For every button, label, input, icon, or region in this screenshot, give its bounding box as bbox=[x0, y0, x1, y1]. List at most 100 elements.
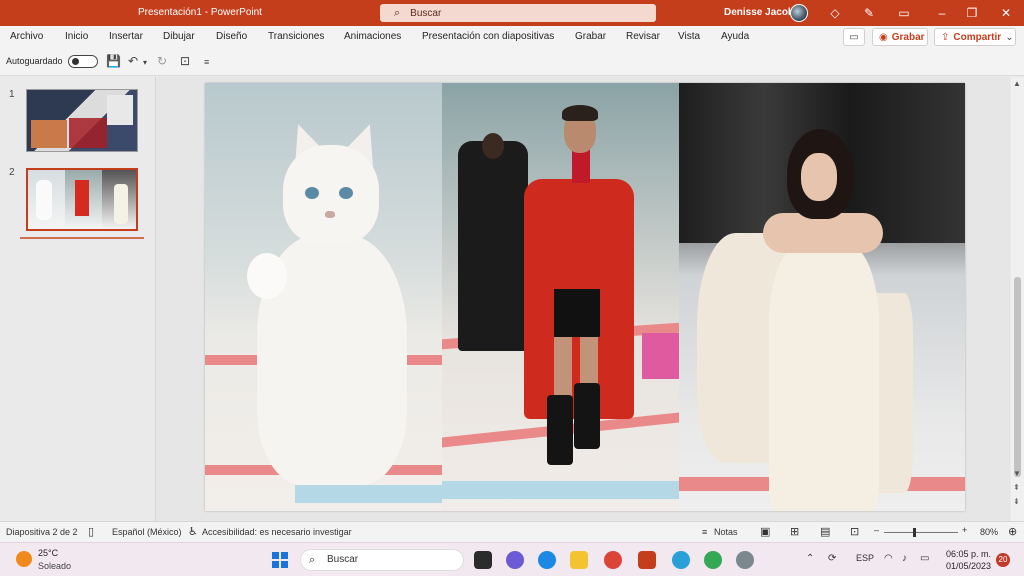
photo-white-dress[interactable] bbox=[679, 83, 965, 511]
boot bbox=[574, 383, 600, 449]
wifi-icon[interactable]: ◠ bbox=[884, 553, 893, 564]
present-icon[interactable]: ⊡ bbox=[180, 54, 190, 68]
accessibility-status[interactable]: Accesibilidad: es necesario investigar bbox=[202, 527, 352, 537]
chevron-up-icon[interactable]: ⌃ bbox=[806, 553, 814, 564]
record-label: Grabar bbox=[891, 31, 925, 43]
notes-icon[interactable]: ≡ bbox=[702, 527, 707, 537]
tab-diseno[interactable]: Diseño bbox=[216, 31, 247, 42]
tab-vista[interactable]: Vista bbox=[678, 31, 700, 42]
record-icon: ◉ bbox=[879, 31, 888, 43]
leg bbox=[554, 337, 572, 397]
autosave-toggle[interactable] bbox=[68, 55, 98, 68]
vertical-scrollbar[interactable]: ▲ ▼ ⇞ ⇟ bbox=[1011, 77, 1024, 521]
undo-icon[interactable]: ↶ bbox=[128, 54, 138, 68]
weather-temperature[interactable]: 25°C bbox=[38, 548, 58, 558]
zoom-slider-knob[interactable] bbox=[913, 528, 916, 537]
clock[interactable]: 06:05 p. m. 01/05/2023 bbox=[946, 548, 991, 572]
arms bbox=[763, 213, 883, 253]
tab-ayuda[interactable]: Ayuda bbox=[721, 31, 749, 42]
language-indicator[interactable]: Español (México) bbox=[112, 527, 182, 537]
black-shorts bbox=[554, 289, 600, 337]
fit-to-window-icon[interactable]: ⊕ bbox=[1008, 525, 1017, 538]
battery-icon[interactable]: ▭ bbox=[920, 553, 929, 564]
comments-button[interactable]: ▭ bbox=[843, 28, 865, 46]
floor-stripe bbox=[442, 481, 679, 499]
weather-condition[interactable]: Soleado bbox=[38, 561, 71, 571]
slide[interactable] bbox=[205, 83, 965, 511]
windows-logo-icon bbox=[272, 552, 279, 559]
cat-nose bbox=[325, 211, 335, 218]
background-dress bbox=[642, 333, 679, 379]
file-explorer-icon[interactable] bbox=[570, 551, 588, 569]
taskbar-search[interactable]: ⌕ Buscar bbox=[300, 549, 464, 571]
tab-grabar[interactable]: Grabar bbox=[575, 31, 606, 42]
cat-paw bbox=[247, 253, 287, 299]
chevron-down-icon: ⌄ bbox=[1005, 31, 1014, 43]
scrollbar-thumb[interactable] bbox=[1014, 277, 1021, 477]
record-button[interactable]: ◉ Grabar bbox=[872, 28, 928, 46]
tab-revisar[interactable]: Revisar bbox=[626, 31, 660, 42]
notes-button[interactable]: Notas bbox=[714, 527, 738, 537]
slide-number-1: 1 bbox=[9, 89, 15, 100]
input-language[interactable]: ESP bbox=[856, 553, 874, 563]
save-icon[interactable]: 💾 bbox=[106, 54, 121, 68]
slide-thumbnail-1[interactable] bbox=[26, 89, 138, 152]
chrome-icon[interactable] bbox=[604, 551, 622, 569]
zoom-slider[interactable] bbox=[884, 532, 958, 533]
reading-view-icon[interactable]: ▤ bbox=[820, 525, 830, 538]
powerpoint-icon[interactable] bbox=[638, 551, 656, 569]
sun-icon[interactable] bbox=[16, 551, 32, 567]
slide-sorter-icon[interactable]: ⊞ bbox=[790, 525, 799, 538]
tab-insertar[interactable]: Insertar bbox=[109, 31, 143, 42]
photo-red-coat[interactable] bbox=[442, 83, 679, 511]
next-slide-icon[interactable]: ⇟ bbox=[1013, 497, 1020, 506]
tab-archivo[interactable]: Archivo bbox=[10, 31, 43, 42]
previous-slide-icon[interactable]: ⇞ bbox=[1013, 483, 1020, 492]
pen-icon[interactable]: ✎ bbox=[860, 4, 878, 22]
thumbnail-photo bbox=[107, 95, 133, 125]
tab-dibujar[interactable]: Dibujar bbox=[163, 31, 195, 42]
user-name[interactable]: Denisse Jacobo bbox=[724, 7, 800, 18]
restore-button[interactable]: ❐ bbox=[962, 4, 982, 22]
share-icon: ⇪ bbox=[941, 31, 950, 43]
close-button[interactable]: ✕ bbox=[996, 4, 1016, 22]
minimize-button[interactable]: – bbox=[932, 4, 952, 22]
avatar[interactable] bbox=[790, 4, 808, 22]
telegram-icon[interactable] bbox=[672, 551, 690, 569]
redo-icon[interactable]: ↻ bbox=[157, 54, 167, 68]
search-placeholder: Buscar bbox=[410, 7, 442, 19]
tab-animaciones[interactable]: Animaciones bbox=[344, 31, 401, 42]
thumbnail-figure bbox=[114, 184, 128, 224]
notification-badge[interactable]: 20 bbox=[996, 553, 1010, 567]
zoom-in-icon[interactable]: + bbox=[962, 525, 967, 535]
share-button[interactable]: ⇪ Compartir ⌄ bbox=[934, 28, 1016, 46]
normal-view-icon[interactable]: ▣ bbox=[760, 525, 770, 538]
sync-icon[interactable]: ⟳ bbox=[828, 553, 836, 564]
tab-inicio[interactable]: Inicio bbox=[65, 31, 88, 42]
start-button[interactable] bbox=[272, 552, 288, 568]
chrome-profile-icon[interactable] bbox=[704, 551, 722, 569]
slide-thumbnail-pane: 1 2 bbox=[0, 77, 156, 521]
comment-icon: ▭ bbox=[849, 31, 859, 43]
taskbar-search-label: Buscar bbox=[327, 554, 359, 565]
ribbon-display-icon[interactable]: ▭ bbox=[894, 4, 914, 22]
search-box[interactable]: ⌕ Buscar bbox=[380, 4, 656, 22]
spelling-icon[interactable]: ▯ bbox=[88, 525, 94, 538]
tab-transiciones[interactable]: Transiciones bbox=[268, 31, 324, 42]
volume-icon[interactable]: ♪ bbox=[902, 553, 907, 564]
scroll-down-icon[interactable]: ▼ bbox=[1013, 469, 1021, 478]
undo-dropdown-icon[interactable]: ▾ bbox=[143, 58, 147, 67]
tab-presentacion[interactable]: Presentación con diapositivas bbox=[422, 31, 554, 42]
scroll-up-icon[interactable]: ▲ bbox=[1013, 79, 1021, 88]
customize-qat-icon[interactable]: ≡ bbox=[204, 57, 209, 67]
slideshow-icon[interactable]: ⊡ bbox=[850, 525, 859, 538]
task-view-icon[interactable] bbox=[474, 551, 492, 569]
photo-cat-costume[interactable] bbox=[205, 83, 442, 511]
settings-icon[interactable] bbox=[736, 551, 754, 569]
chat-icon[interactable] bbox=[506, 551, 524, 569]
zoom-level[interactable]: 80% bbox=[980, 527, 998, 537]
edge-icon[interactable] bbox=[538, 551, 556, 569]
zoom-out-icon[interactable]: – bbox=[874, 525, 879, 535]
diamond-icon[interactable]: ◇ bbox=[826, 4, 844, 22]
slide-thumbnail-2[interactable] bbox=[26, 168, 138, 231]
